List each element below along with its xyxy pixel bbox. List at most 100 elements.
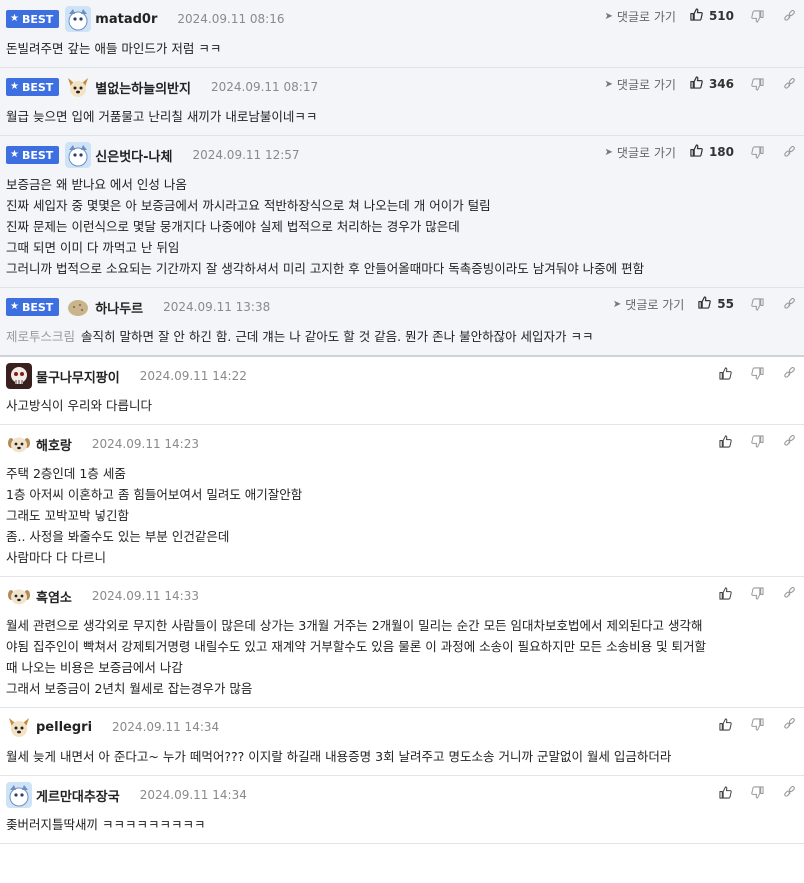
comment-line: 돈빌려주면 갚는 애들 마인드가 저럼 ㅋㅋ	[6, 41, 222, 56]
comment: 물구나무지팡이 2024.09.11 14:22 사고방식이 우리와 다릅니다	[0, 357, 804, 425]
thumbs-up-icon[interactable]	[718, 434, 732, 448]
comment-actions	[718, 784, 796, 800]
best-comment: ★ BEST 하나두르 2024.09.11 13:38 ➤ 댓글로 가기 55 제로투스크림…	[0, 288, 804, 357]
link-icon[interactable]	[782, 366, 796, 380]
comment-date: 2024.09.11 13:38	[163, 300, 271, 314]
link-icon[interactable]	[782, 9, 796, 23]
author-nickname[interactable]: 해호랑	[36, 435, 72, 454]
comment: pellegri 2024.09.11 14:34 월세 늦게 내면서 아 준다고~…	[0, 708, 804, 776]
comment-date: 2024.09.11 14:34	[112, 720, 220, 734]
author-nickname[interactable]: 신은벗다-나체	[95, 146, 172, 165]
link-icon[interactable]	[782, 77, 796, 91]
send-arrow-icon: ➤	[604, 78, 613, 90]
blue-creature-avatar[interactable]	[65, 6, 92, 32]
comment-actions: ➤ 댓글로 가기 510	[605, 8, 796, 24]
goto-comment-link[interactable]: ➤ 댓글로 가기	[605, 144, 676, 161]
comment-line: 때 나오는 비용은 보증금에서 나감	[6, 660, 183, 675]
link-icon[interactable]	[782, 717, 796, 731]
comment-body: 제로투스크림 솔직히 말하면 잘 안 하긴 함. 근데 걔는 나 같아도 할 것 …	[6, 326, 798, 347]
goto-comment-link[interactable]: ➤ 댓글로 가기	[613, 296, 684, 313]
link-icon[interactable]	[782, 785, 796, 799]
best-comment: ★ BEST matad0r 2024.09.11 08:16 ➤ 댓글로 가기 510 돈빌…	[0, 0, 804, 68]
puppy-avatar[interactable]	[6, 431, 32, 457]
thumbs-up-icon[interactable]	[718, 586, 732, 600]
dog-avatar[interactable]	[65, 74, 91, 100]
best-badge: ★ BEST	[6, 78, 60, 96]
best-badge: ★ BEST	[6, 10, 60, 28]
comment-line: 1층 아저씨 이혼하고 좀 힘들어보여서 밀려도 애기잘안함	[6, 487, 303, 502]
comment-actions	[718, 365, 796, 381]
puppy-avatar[interactable]	[6, 583, 32, 609]
link-icon[interactable]	[782, 434, 796, 448]
author-nickname[interactable]: 게르만대추장국	[36, 786, 120, 805]
comment-actions	[718, 433, 796, 449]
thumbs-down-icon[interactable]	[750, 77, 764, 91]
reply-target-nickname[interactable]: 제로투스크림	[6, 329, 75, 344]
goto-comment-link[interactable]: ➤ 댓글로 가기	[605, 8, 676, 25]
comment-date: 2024.09.11 12:57	[192, 148, 300, 162]
blue-creature-avatar[interactable]	[6, 782, 32, 808]
comment: 게르만대추장국 2024.09.11 14:34 좆버러지틀딱새끼 ㅋㅋㅋㅋㅋㅋㅋㅋ…	[0, 776, 804, 844]
thumbs-up-icon	[690, 144, 703, 160]
comment-date: 2024.09.11 08:16	[177, 12, 285, 26]
comment: 해호랑 2024.09.11 14:23 주택 2층인데 1층 세줌 1층 아저씨 이…	[0, 425, 804, 577]
link-icon[interactable]	[782, 145, 796, 159]
like-count: 510	[708, 9, 734, 23]
comment-line: 사람마다 다 다르니	[6, 550, 106, 565]
comment-line: 제로투스크림 솔직히 말하면 잘 안 하긴 함. 근데 걔는 나 같아도 할 것 …	[6, 329, 594, 344]
author-nickname[interactable]: matad0r	[95, 12, 157, 27]
thumbs-down-icon[interactable]	[750, 297, 764, 311]
thumbs-down-icon[interactable]	[750, 717, 764, 731]
potato-avatar[interactable]	[65, 294, 91, 320]
thumbs-down-icon[interactable]	[750, 145, 764, 159]
goto-comment-link[interactable]: ➤ 댓글로 가기	[605, 76, 676, 93]
like-button[interactable]: 510	[690, 8, 734, 24]
author-nickname[interactable]: 하나두르	[95, 298, 143, 317]
comment-header: 해호랑 2024.09.11 14:23	[6, 433, 798, 455]
author-nickname[interactable]: 물구나무지팡이	[36, 367, 120, 386]
comment-date: 2024.09.11 14:23	[91, 437, 199, 451]
author-nickname[interactable]: 흑염소	[36, 587, 72, 606]
comment-actions	[718, 585, 796, 601]
comment-body: 월세 관련으로 생각외로 무지한 사람들이 많은데 상가는 3개월 거주는 2개…	[6, 615, 798, 699]
star-icon: ★	[10, 13, 19, 24]
thumbs-down-icon[interactable]	[750, 9, 764, 23]
dog-avatar[interactable]	[6, 714, 32, 740]
thumbs-down-icon[interactable]	[750, 434, 764, 448]
send-arrow-icon: ➤	[612, 298, 622, 310]
comment-body: 월급 늦으면 입에 거품물고 난리칠 새끼가 내로남불이네ㅋㅋ	[6, 106, 798, 127]
link-icon[interactable]	[782, 586, 796, 600]
send-arrow-icon: ➤	[604, 10, 613, 22]
comment-body: 돈빌려주면 갚는 애들 마인드가 저럼 ㅋㅋ	[6, 38, 798, 59]
author-nickname[interactable]: 별없는하늘의반지	[95, 78, 191, 97]
like-button[interactable]: 346	[690, 76, 734, 92]
comment-header: 게르만대추장국 2024.09.11 14:34	[6, 782, 798, 808]
best-badge: ★ BEST	[6, 146, 60, 164]
comment-date: 2024.09.11 14:22	[139, 369, 247, 383]
comment-date: 2024.09.11 14:33	[91, 589, 199, 603]
comment-line: 그래도 꼬박꼬박 넣긴함	[6, 508, 129, 523]
thumbs-up-icon[interactable]	[718, 717, 732, 731]
comment-date: 2024.09.11 08:17	[210, 80, 319, 94]
thumbs-up-icon[interactable]	[718, 785, 732, 799]
comment-body: 보증금은 왜 받나요 에서 인성 나옴 진짜 세입자 중 몇몇은 아 보증금에서 …	[6, 174, 798, 279]
author-nickname[interactable]: pellegri	[36, 720, 92, 735]
like-button[interactable]: 180	[690, 144, 734, 160]
like-button[interactable]: 55	[698, 296, 734, 312]
skull-avatar[interactable]	[6, 363, 32, 389]
comment-line: 월급 늦으면 입에 거품물고 난리칠 새끼가 내로남불이네ㅋㅋ	[6, 109, 318, 124]
like-count: 55	[717, 297, 734, 311]
comment-line: 월세 늦게 내면서 아 준다고~ 누가 떼먹어??? 이지랄 하길래 내용증명 …	[6, 749, 672, 764]
thumbs-down-icon[interactable]	[750, 586, 764, 600]
send-arrow-icon: ➤	[604, 146, 613, 158]
thumbs-up-icon	[698, 296, 712, 312]
comment-line: 월세 관련으로 생각외로 무지한 사람들이 많은데 상가는 3개월 거주는 2개…	[6, 618, 703, 633]
comment-line: 그때 되면 이미 다 까먹고 난 뒤임	[6, 240, 180, 255]
blue-creature-avatar[interactable]	[65, 142, 92, 168]
comment: 흑염소 2024.09.11 14:33 월세 관련으로 생각외로 무지한 사람들이…	[0, 577, 804, 708]
thumbs-up-icon[interactable]	[718, 366, 732, 380]
thumbs-down-icon[interactable]	[750, 366, 764, 380]
thumbs-down-icon[interactable]	[750, 785, 764, 799]
comment-line: 진짜 세입자 중 몇몇은 아 보증금에서 까시라고요 적반하장식으로 쳐 나오는…	[6, 198, 491, 213]
link-icon[interactable]	[782, 297, 796, 311]
